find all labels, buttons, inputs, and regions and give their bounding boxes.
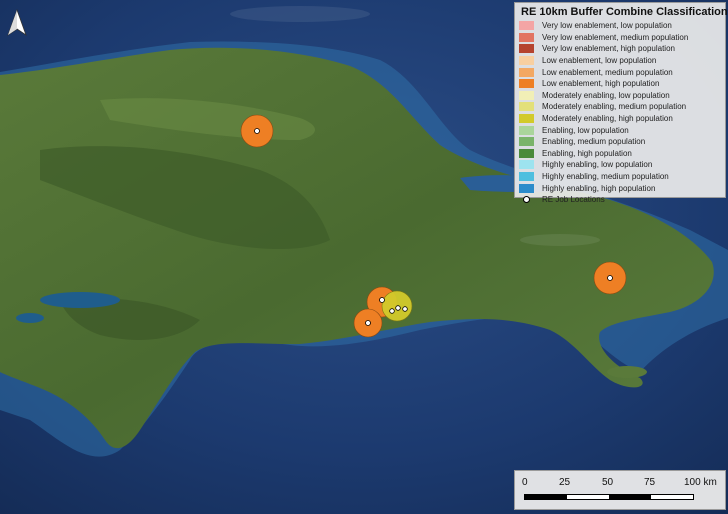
legend-item: Enabling, high population [519,148,721,160]
job-location-marker[interactable] [395,305,401,311]
legend-item: Moderately enabling, high population [519,113,721,125]
job-location-marker[interactable] [402,306,408,312]
legend-item-label: Enabling, high population [542,148,632,158]
legend-item: Very low enablement, high population [519,43,721,55]
scale-label-100: 100 km [684,477,717,488]
buffer-santiago[interactable] [240,114,274,148]
legend-swatch [519,125,534,135]
job-location-marker[interactable] [607,275,613,281]
legend-item-label: Enabling, low population [542,125,629,135]
scale-label-25: 25 [559,477,571,488]
legend-swatch [519,56,534,66]
legend-swatch [519,32,534,42]
job-location-marker[interactable] [389,308,395,314]
legend-item-label: Moderately enabling, high population [542,114,673,124]
legend-item-label: Low enablement, medium population [542,67,673,77]
legend-item: Moderately enabling, low population [519,90,721,102]
scale-bar: 0 25 50 75 100 km [514,470,726,510]
legend-item-label: Moderately enabling, medium population [542,102,687,112]
legend-item: Highly enabling, high population [519,182,721,194]
legend-item-label: Low enablement, high population [542,79,660,89]
legend-item-label: Enabling, medium population [542,137,646,147]
legend-swatch [519,102,534,112]
legend-item-label: Low enablement, low population [542,56,657,66]
legend-title: RE 10km Buffer Combine Classification [521,6,728,18]
legend-item-label: Very low enablement, low population [542,21,672,31]
legend-swatch [519,148,534,158]
legend-swatch [519,90,534,100]
legend-item: Low enablement, high population [519,78,721,90]
legend-swatch [519,44,534,54]
legend-item-label: Highly enabling, high population [542,183,656,193]
legend-items: Very low enablement, low population Very … [519,20,721,194]
legend-item: Low enablement, low population [519,55,721,67]
legend-item: Low enablement, medium population [519,66,721,78]
map-legend: RE 10km Buffer Combine Classification Ve… [514,2,728,204]
legend-swatch [519,172,534,182]
job-location-marker[interactable] [254,128,260,134]
scale-label-50: 50 [602,477,614,488]
scale-bar-graphic [524,494,694,500]
legend-swatch [519,137,534,147]
legend-item-label: Very low enablement, medium population [542,32,689,42]
legend-item-label: Highly enabling, low population [542,160,653,170]
legend-item: Enabling, low population [519,124,721,136]
legend-item: Moderately enabling, medium population [519,101,721,113]
legend-swatch [519,114,534,124]
legend-item: Highly enabling, medium population [519,171,721,183]
legend-swatch [519,21,534,31]
job-location-icon [519,195,534,204]
job-location-marker[interactable] [365,320,371,326]
job-location-marker[interactable] [379,297,385,303]
legend-item-label: Highly enabling, medium population [542,172,669,182]
legend-item: Highly enabling, low population [519,159,721,171]
legend-item-label: RE Job Locations [542,195,605,205]
legend-item: Very low enablement, low population [519,20,721,32]
legend-item-label: Moderately enabling, low population [542,90,670,100]
legend-item-job-locations: RE Job Locations [519,194,721,206]
north-arrow-icon [7,8,27,37]
legend-item: Very low enablement, medium population [519,32,721,44]
legend-item: Enabling, medium population [519,136,721,148]
legend-swatch [519,160,534,170]
buffer-la-romana[interactable] [593,261,627,295]
legend-swatch [519,67,534,77]
legend-swatch [519,79,534,89]
legend-swatch [519,183,534,193]
scale-label-75: 75 [644,477,656,488]
scale-label-0: 0 [522,477,528,488]
legend-item-label: Very low enablement, high population [542,44,675,54]
map-view[interactable]: RE 10km Buffer Combine Classification Ve… [0,0,728,514]
